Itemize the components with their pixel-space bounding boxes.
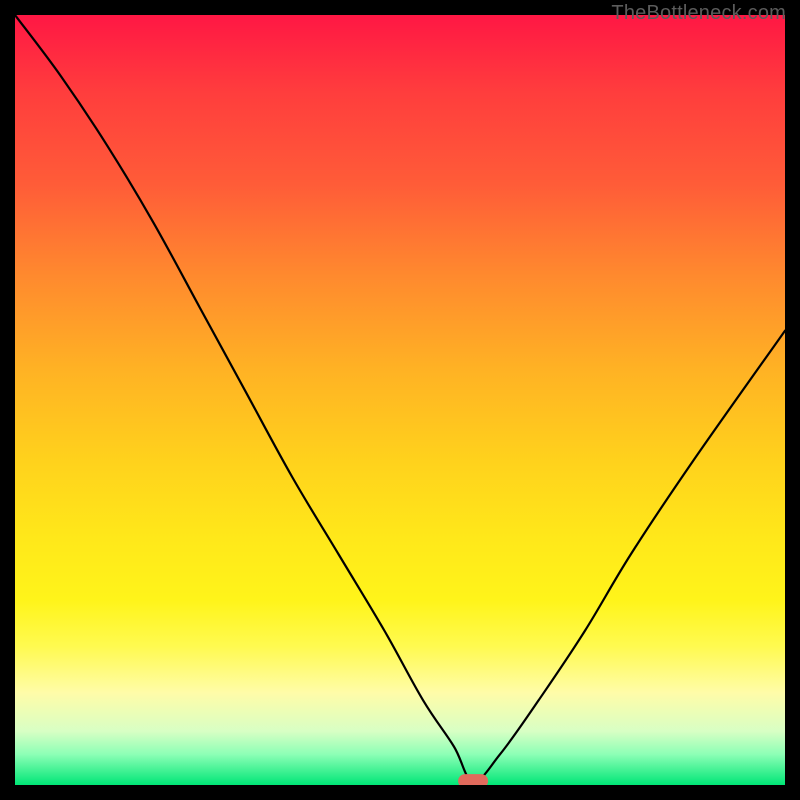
bottleneck-curve	[15, 15, 785, 781]
chart-svg	[15, 15, 785, 785]
attribution-text: TheBottleneck.com	[611, 2, 786, 25]
minimum-marker	[458, 774, 488, 785]
chart-frame: TheBottleneck.com	[0, 0, 800, 800]
plot-area	[15, 15, 785, 785]
